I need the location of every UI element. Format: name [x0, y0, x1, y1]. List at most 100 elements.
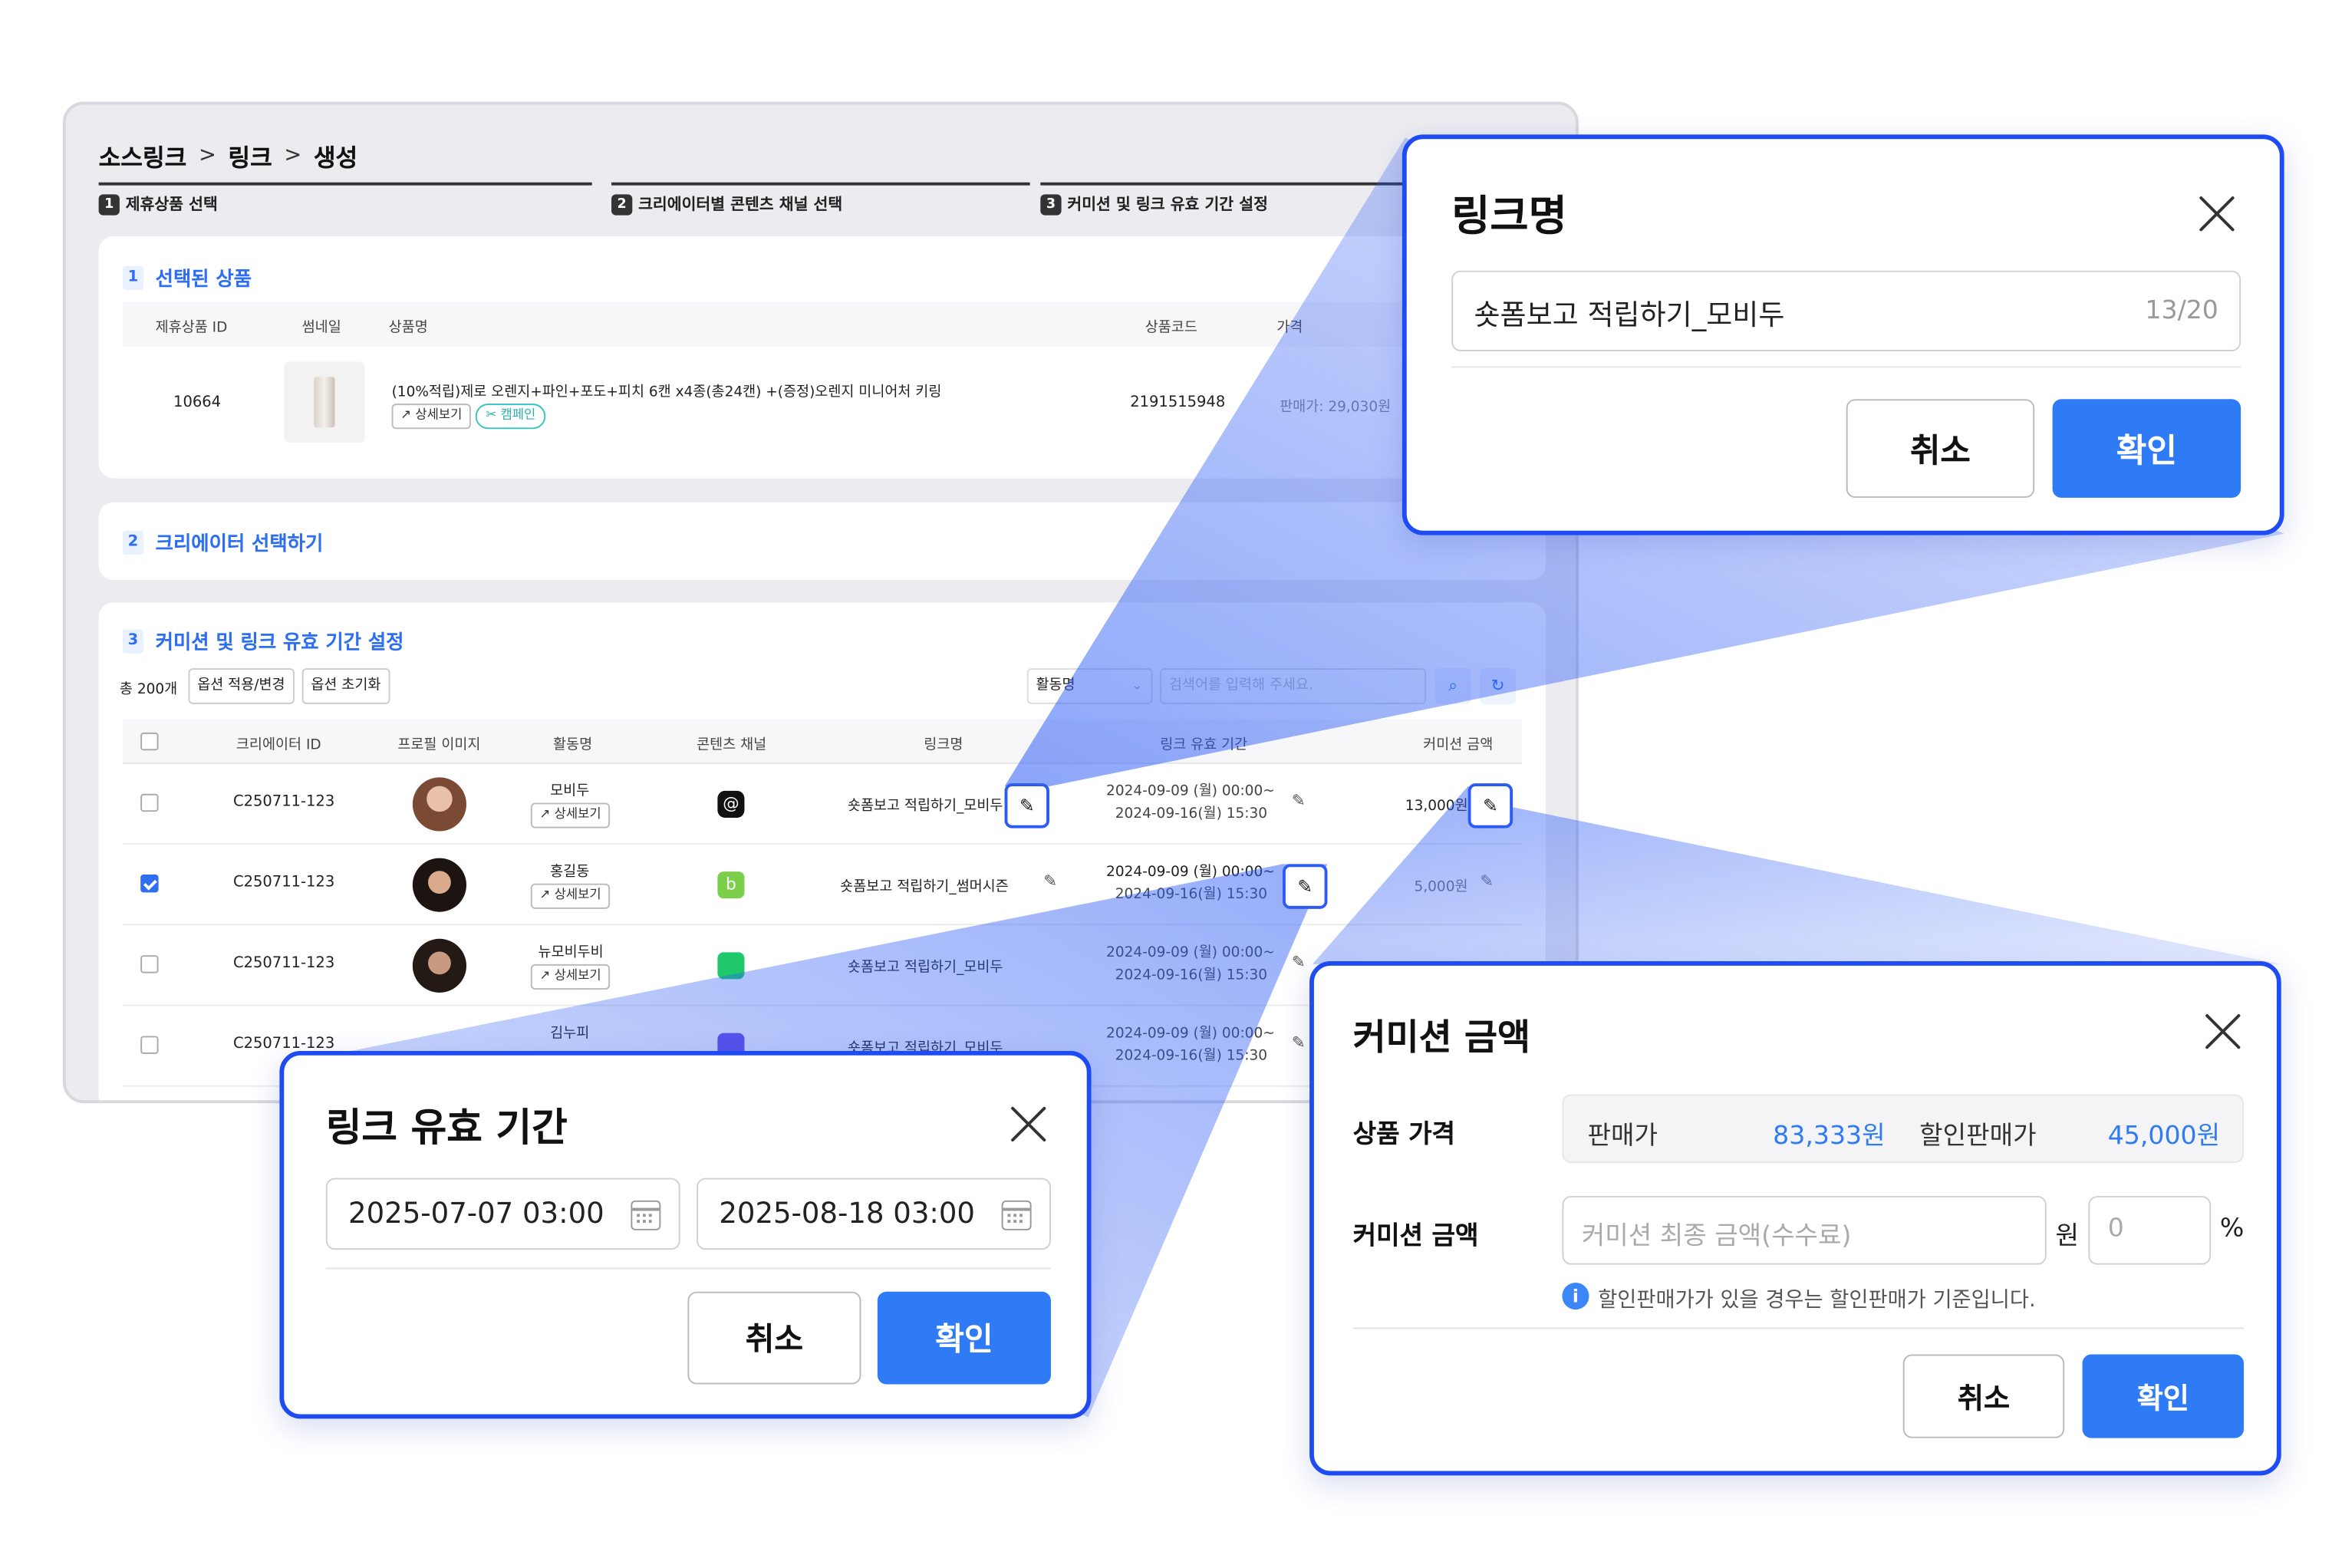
cancel-button[interactable]: 취소: [687, 1291, 861, 1385]
detail-label: 상세보기: [554, 888, 601, 904]
avatar: [412, 777, 467, 832]
apply-option-button[interactable]: 옵션 적용/변경: [188, 668, 295, 704]
divider: [325, 1267, 1051, 1270]
refresh-icon[interactable]: ↻: [1480, 668, 1517, 704]
col-header: 제휴상품 ID: [155, 320, 228, 337]
col-header: 썸네일: [301, 320, 341, 337]
commission-modal: 커미션 금액 상품 가격 판매가 83,333원 할인판매가 45,000원 커…: [1309, 961, 2281, 1476]
col-header: 프로필 이미지: [397, 736, 481, 754]
campaign-badge: ✂ 캠페인: [475, 404, 546, 430]
row-checkbox[interactable]: [140, 1036, 159, 1054]
total-count: 총 200개: [119, 681, 178, 699]
info-icon: i: [1562, 1283, 1589, 1310]
link-name-input[interactable]: 숏폼보고 적립하기_모비두 13/20: [1451, 270, 2241, 351]
step-number: 3: [1040, 193, 1062, 215]
char-counter: 13/20: [2145, 295, 2218, 326]
reset-option-button[interactable]: 옵션 초기화: [301, 668, 390, 704]
cancel-button[interactable]: 취소: [1846, 399, 2035, 498]
end-date-input[interactable]: 2025-08-18 03:00: [697, 1178, 1051, 1250]
section-title: 3 커미션 및 링크 유효 기간 설정: [122, 627, 404, 655]
pencil-icon[interactable]: ✎: [1480, 871, 1494, 891]
cancel-button[interactable]: 취소: [1902, 1354, 2065, 1438]
commission-percent-input[interactable]: 0: [2088, 1195, 2212, 1265]
pencil-icon[interactable]: ✎: [1292, 791, 1306, 810]
pencil-icon: ✎: [1019, 795, 1035, 817]
breadcrumb-item[interactable]: 링크: [228, 137, 272, 173]
section-number: 2: [122, 529, 144, 555]
confirm-button[interactable]: 확인: [2082, 1354, 2245, 1438]
campaign-label: 캠페인: [500, 408, 536, 423]
campaign-icon: ✂: [486, 408, 497, 423]
row-checkbox[interactable]: [140, 793, 159, 812]
link-create-window: 소스링크 > 링크 > 생성 1 제휴상품 선택 2 크리에이터별 콘텐츠 채널…: [62, 101, 1579, 1104]
select-all-checkbox[interactable]: [140, 732, 159, 751]
external-link-icon: ↗: [539, 888, 551, 904]
edit-link-name-button[interactable]: ✎: [1004, 783, 1050, 828]
link-name-modal: 링크명 숏폼보고 적립하기_모비두 13/20 취소 확인: [1402, 134, 2284, 535]
calendar-icon[interactable]: [631, 1200, 661, 1230]
period-start: 2024-09-09 (월) 00:00~: [1106, 944, 1275, 962]
detail-button[interactable]: ↗ 상세보기: [391, 404, 472, 430]
detail-button[interactable]: ↗ 상세보기: [530, 964, 611, 990]
activity-name: 모비두: [550, 783, 590, 800]
commission-placeholder: 커미션 최종 금액(수수료): [1581, 1221, 1852, 1252]
product-id: 10664: [173, 394, 222, 411]
sale-price-label: 판매가: [1587, 1121, 1658, 1151]
pencil-icon[interactable]: ✎: [1043, 871, 1057, 891]
step-2[interactable]: 2 크리에이터별 콘텐츠 채널 선택: [611, 182, 1030, 216]
search-icon[interactable]: ⌕: [1434, 668, 1471, 704]
selected-product-card: 1 선택된 상품 제휴상품 ID 썸네일 상품명 상품코드 가격 10664 (…: [98, 236, 1546, 479]
close-icon[interactable]: [1007, 1103, 1049, 1145]
step-1[interactable]: 1 제휴상품 선택: [98, 182, 592, 216]
commission-amount: 5,000원: [1414, 878, 1468, 896]
close-icon[interactable]: [2196, 193, 2238, 235]
creator-table-header: 크리에이터 ID 프로필 이미지 활동명 콘텐츠 채널 링크명 링크 유효 기간…: [122, 719, 1522, 764]
row-checkbox[interactable]: [140, 875, 159, 893]
breadcrumb-item[interactable]: 소스링크: [99, 137, 187, 173]
product-table-header: 제휴상품 ID 썸네일 상품명 상품코드 가격: [122, 301, 1522, 348]
period-start: 2024-09-09 (월) 00:00~: [1106, 1025, 1275, 1043]
threads-icon: @: [717, 790, 745, 818]
section-title-text: 커미션 및 링크 유효 기간 설정: [155, 632, 404, 655]
table-row[interactable]: C250711-123 모비두 ↗ 상세보기 @ 숏폼보고 적립하기_모비두 2…: [122, 764, 1522, 845]
edit-period-button[interactable]: ✎: [1283, 864, 1328, 909]
col-header: 상품명: [388, 320, 428, 337]
search-input[interactable]: 검색어를 입력해 주세요.: [1160, 668, 1427, 704]
calendar-icon[interactable]: [1001, 1200, 1032, 1230]
period-end: 2024-09-16(월) 15:30: [1115, 967, 1268, 984]
product-name: (10%적립)제로 오렌지+파인+포도+피치 6캔 x4종(총24캔) +(증정…: [391, 384, 942, 401]
commission-amount-input[interactable]: 커미션 최종 금액(수수료): [1562, 1195, 2047, 1265]
detail-button[interactable]: ↗ 상세보기: [530, 802, 611, 828]
confirm-button[interactable]: 확인: [2052, 399, 2241, 498]
modal-title: 커미션 금액: [1352, 1016, 1531, 1059]
sale-price-value: 83,333원: [1773, 1121, 1886, 1151]
filter-select[interactable]: 활동명 ⌄: [1026, 668, 1153, 704]
step-label: 크리에이터별 콘텐츠 채널 선택: [638, 196, 843, 214]
pencil-icon[interactable]: ✎: [1292, 952, 1306, 971]
edit-commission-button[interactable]: ✎: [1467, 783, 1513, 828]
modal-title: 링크 유효 기간: [325, 1106, 568, 1151]
period-end: 2024-09-16(월) 15:30: [1115, 1048, 1268, 1065]
link-period-modal: 링크 유효 기간 2025-07-07 03:00 2025-08-18 03:…: [279, 1050, 1092, 1419]
pencil-icon[interactable]: ✎: [1292, 1033, 1306, 1052]
section-number: 3: [122, 628, 144, 653]
row-checkbox[interactable]: [140, 955, 159, 973]
col-header: 콘텐츠 채널: [697, 736, 767, 754]
creator-id: C250711-123: [233, 1036, 335, 1052]
close-icon[interactable]: [2202, 1010, 2244, 1052]
price-box: 판매가 83,333원 할인판매가 45,000원: [1562, 1094, 2245, 1164]
chevron-right-icon: >: [284, 143, 302, 168]
creator-select-card[interactable]: 2 크리에이터 선택하기: [98, 502, 1546, 581]
divider: [1352, 1327, 2245, 1329]
confirm-button[interactable]: 확인: [877, 1291, 1051, 1385]
chevron-down-icon: ⌄: [1131, 678, 1142, 693]
pencil-icon: ✎: [1483, 795, 1498, 817]
detail-button[interactable]: ↗ 상세보기: [530, 883, 611, 909]
step-number: 1: [98, 193, 120, 215]
link-name-value: 숏폼보고 적립하기_모비두: [1474, 298, 1785, 332]
detail-label: 상세보기: [554, 968, 601, 984]
external-link-icon: ↗: [539, 968, 551, 984]
start-date-input[interactable]: 2025-07-07 03:00: [325, 1178, 680, 1250]
section-title: 2 크리에이터 선택하기: [122, 528, 323, 556]
naver-blog-icon: b: [717, 871, 745, 899]
